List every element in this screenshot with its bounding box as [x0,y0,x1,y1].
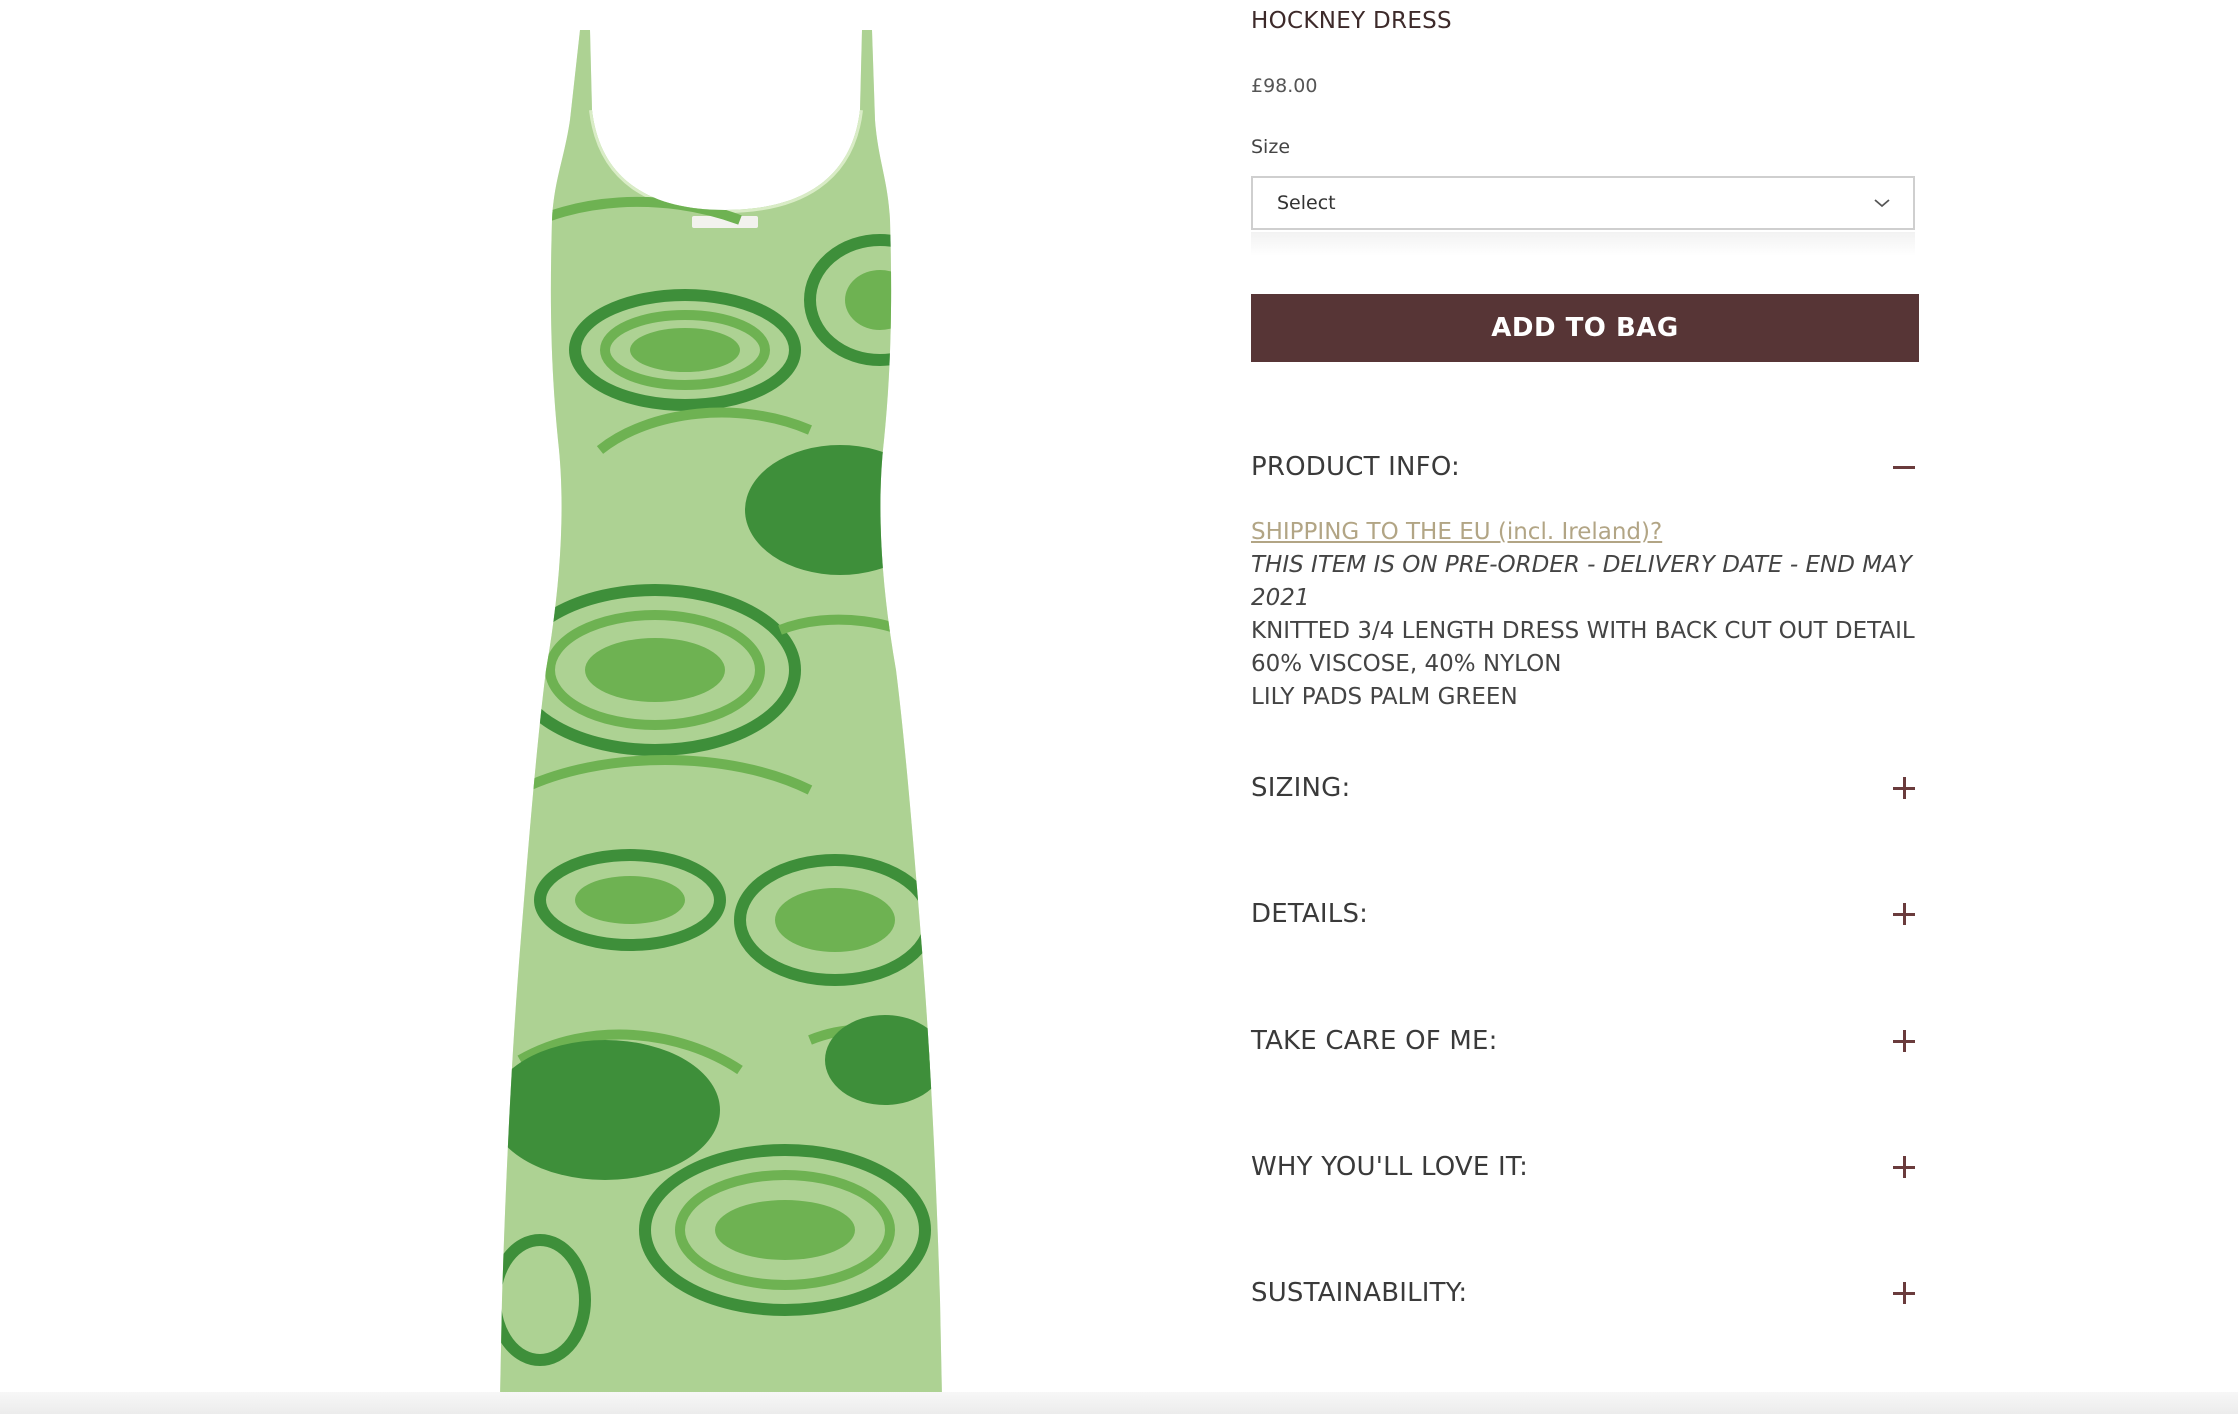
shipping-eu-link[interactable]: SHIPPING TO THE EU (incl. Ireland)? [1251,516,1919,549]
accordion-title: PRODUCT INFO: [1251,452,1461,482]
bottom-edge [0,1392,2238,1414]
accordion-title: WHY YOU'LL LOVE IT: [1251,1152,1529,1182]
preorder-note: THIS ITEM IS ON PRE-ORDER - DELIVERY DAT… [1251,552,1912,611]
add-to-bag-button[interactable]: ADD TO BAG [1251,294,1919,362]
accordion-product-info[interactable]: PRODUCT INFO: [1251,447,1919,487]
accordion-sustainability[interactable]: SUSTAINABILITY: [1251,1273,1919,1313]
product-colour: LILY PADS PALM GREEN [1251,684,1518,710]
product-info-content: SHIPPING TO THE EU (incl. Ireland)? THIS… [1251,516,1919,714]
accordion-sizing[interactable]: SIZING: [1251,768,1919,808]
size-select-value: Select [1277,192,1336,214]
plus-icon[interactable] [1893,1156,1915,1178]
accordion-details[interactable]: DETAILS: [1251,894,1919,934]
product-page: HOCKNEY DRESS £98.00 Size Select ADD TO … [0,0,2238,1414]
accordion-title: DETAILS: [1251,899,1369,929]
plus-icon[interactable] [1893,1030,1915,1052]
product-title: HOCKNEY DRESS [1251,8,1452,34]
size-label: Size [1251,136,1291,158]
accordion-love[interactable]: WHY YOU'LL LOVE IT: [1251,1147,1919,1187]
size-select[interactable]: Select [1251,176,1915,230]
accordion-title: TAKE CARE OF ME: [1251,1026,1498,1056]
plus-icon[interactable] [1893,903,1915,925]
product-composition: 60% VISCOSE, 40% NYLON [1251,651,1562,677]
product-description: KNITTED 3/4 LENGTH DRESS WITH BACK CUT O… [1251,618,1915,644]
accordion-title: SIZING: [1251,773,1351,803]
select-shadow [1251,232,1915,256]
product-price: £98.00 [1251,75,1318,97]
dress-image [480,30,970,1398]
chevron-down-icon [1874,199,1890,208]
accordion-care[interactable]: TAKE CARE OF ME: [1251,1021,1919,1061]
minus-icon[interactable] [1893,456,1915,478]
plus-icon[interactable] [1893,1282,1915,1304]
plus-icon[interactable] [1893,777,1915,799]
accordion-title: SUSTAINABILITY: [1251,1278,1468,1308]
